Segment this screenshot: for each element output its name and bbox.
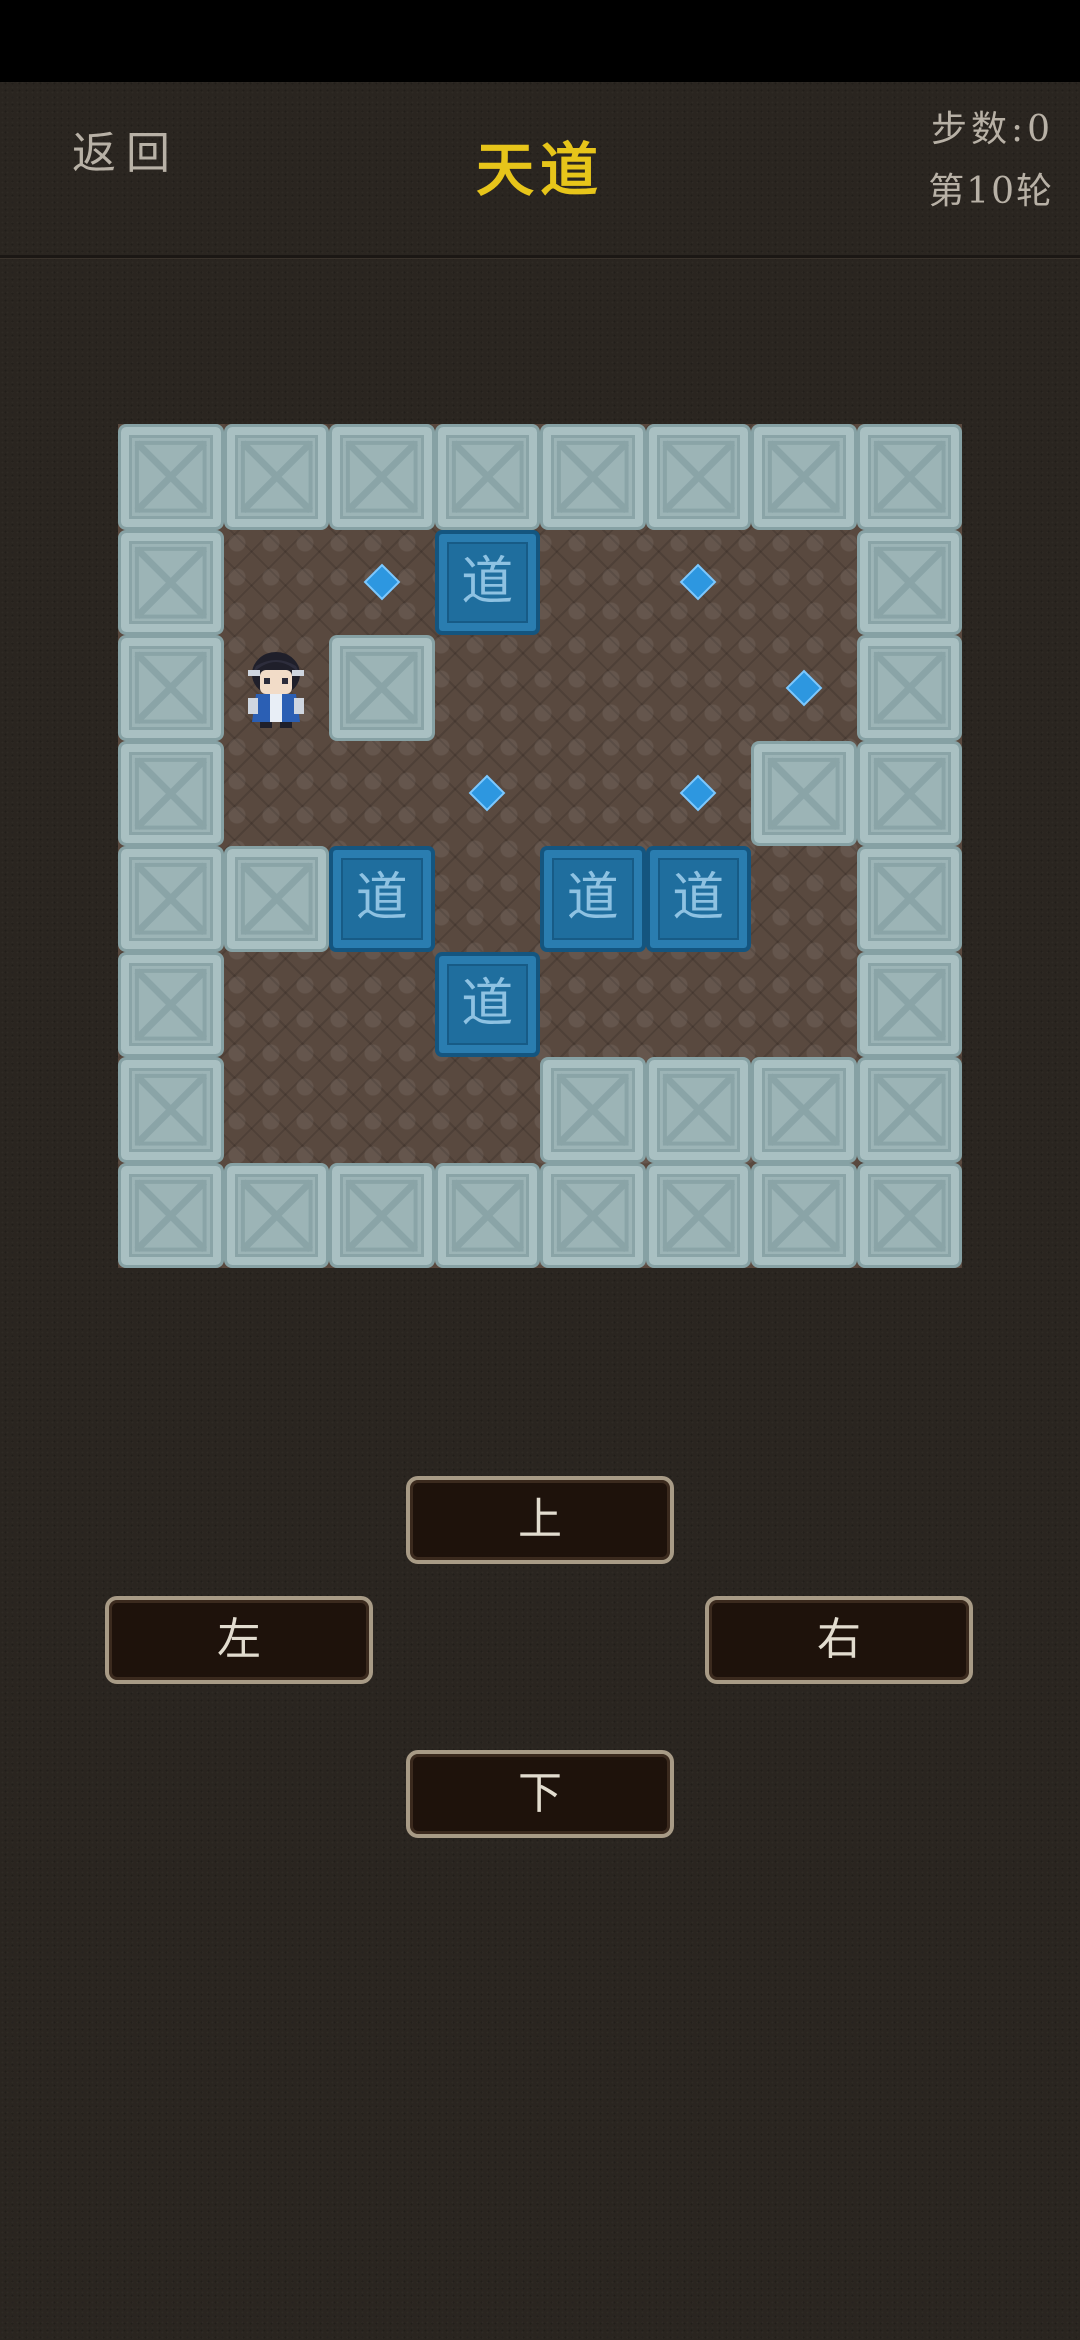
game-board[interactable]: 道道道道道 (118, 424, 962, 1268)
wall-tile (645, 1057, 751, 1163)
wall-tile (856, 529, 962, 635)
crate-x-icon (872, 862, 946, 936)
goal-marker (435, 741, 541, 847)
wall-tile (118, 951, 224, 1057)
crate-x-icon (872, 1073, 946, 1147)
wall-tile (540, 1057, 646, 1163)
wall-tile (751, 740, 857, 846)
crate-x-icon (134, 756, 208, 830)
wall-tile (118, 846, 224, 952)
goal-marker (646, 741, 752, 847)
crate-x-icon (872, 440, 946, 514)
goal-marker (751, 635, 857, 741)
wall-tile (434, 1162, 540, 1268)
wall-tile (329, 1162, 435, 1268)
diamond-icon (471, 777, 503, 809)
player-character (224, 635, 330, 741)
crate-x-icon (134, 1073, 208, 1147)
move-right-button[interactable]: 右 (705, 1596, 973, 1684)
move-down-button[interactable]: 下 (406, 1750, 674, 1838)
wall-tile (118, 529, 224, 635)
crate-x-icon (767, 1073, 841, 1147)
wall-tile (645, 1162, 751, 1268)
goal-marker (646, 530, 752, 636)
wall-tile (856, 846, 962, 952)
wall-tile (118, 424, 224, 530)
diamond-icon (682, 777, 714, 809)
crate-x-icon (450, 440, 524, 514)
wall-tile (329, 424, 435, 530)
goal-marker (329, 530, 435, 636)
crate-x-icon (450, 1178, 524, 1252)
wall-tile (751, 1057, 857, 1163)
pushable-box: 道 (434, 529, 540, 635)
crate-x-icon (239, 440, 313, 514)
diamond-icon (682, 566, 714, 598)
wall-tile (856, 951, 962, 1057)
wall-tile (751, 1162, 857, 1268)
player-sprite-icon (248, 651, 305, 728)
crate-x-icon (345, 651, 419, 725)
wall-tile (118, 1057, 224, 1163)
crate-x-icon (134, 651, 208, 725)
pushable-box: 道 (329, 846, 435, 952)
crate-x-icon (556, 440, 630, 514)
crate-x-icon (134, 1178, 208, 1252)
crate-x-icon (872, 1178, 946, 1252)
crate-x-icon (767, 440, 841, 514)
wall-tile (540, 1162, 646, 1268)
header-divider (0, 255, 1080, 259)
wall-tile (856, 1057, 962, 1163)
pushable-box: 道 (540, 846, 646, 952)
wall-tile (329, 635, 435, 741)
wall-tile (856, 635, 962, 741)
crate-x-icon (872, 967, 946, 1041)
wall-tile (540, 424, 646, 530)
wall-tile (118, 740, 224, 846)
pushable-box: 道 (645, 846, 751, 952)
crate-x-icon (872, 651, 946, 725)
wall-tile (434, 424, 540, 530)
crate-x-icon (661, 440, 735, 514)
crate-x-icon (345, 440, 419, 514)
crate-x-icon (661, 1073, 735, 1147)
status-bar (0, 0, 1080, 82)
crate-x-icon (134, 440, 208, 514)
back-button[interactable]: 返回 (72, 124, 192, 184)
diamond-icon (788, 672, 820, 704)
wall-tile (223, 846, 329, 952)
step-counter: 步数:0 (930, 109, 1054, 150)
pushable-box: 道 (434, 951, 540, 1057)
page-title: 天道 (475, 136, 604, 204)
wall-tile (751, 424, 857, 530)
move-up-button[interactable]: 上 (406, 1476, 674, 1564)
wall-tile (645, 424, 751, 530)
crate-x-icon (134, 967, 208, 1041)
crate-x-icon (345, 1178, 419, 1252)
diamond-icon (366, 566, 398, 598)
wall-tile (223, 1162, 329, 1268)
crate-x-icon (134, 545, 208, 619)
move-left-button[interactable]: 左 (105, 1596, 373, 1684)
crate-x-icon (556, 1073, 630, 1147)
crate-x-icon (767, 1178, 841, 1252)
crate-x-icon (872, 545, 946, 619)
crate-x-icon (767, 756, 841, 830)
crate-x-icon (134, 862, 208, 936)
crate-x-icon (239, 1178, 313, 1252)
wall-tile (856, 1162, 962, 1268)
crate-x-icon (239, 862, 313, 936)
wall-tile (223, 424, 329, 530)
round-indicator: 第10轮 (928, 171, 1054, 212)
crate-x-icon (661, 1178, 735, 1252)
wall-tile (118, 1162, 224, 1268)
crate-x-icon (556, 1178, 630, 1252)
wall-tile (856, 424, 962, 530)
wall-tile (856, 740, 962, 846)
crate-x-icon (872, 756, 946, 830)
wall-tile (118, 635, 224, 741)
